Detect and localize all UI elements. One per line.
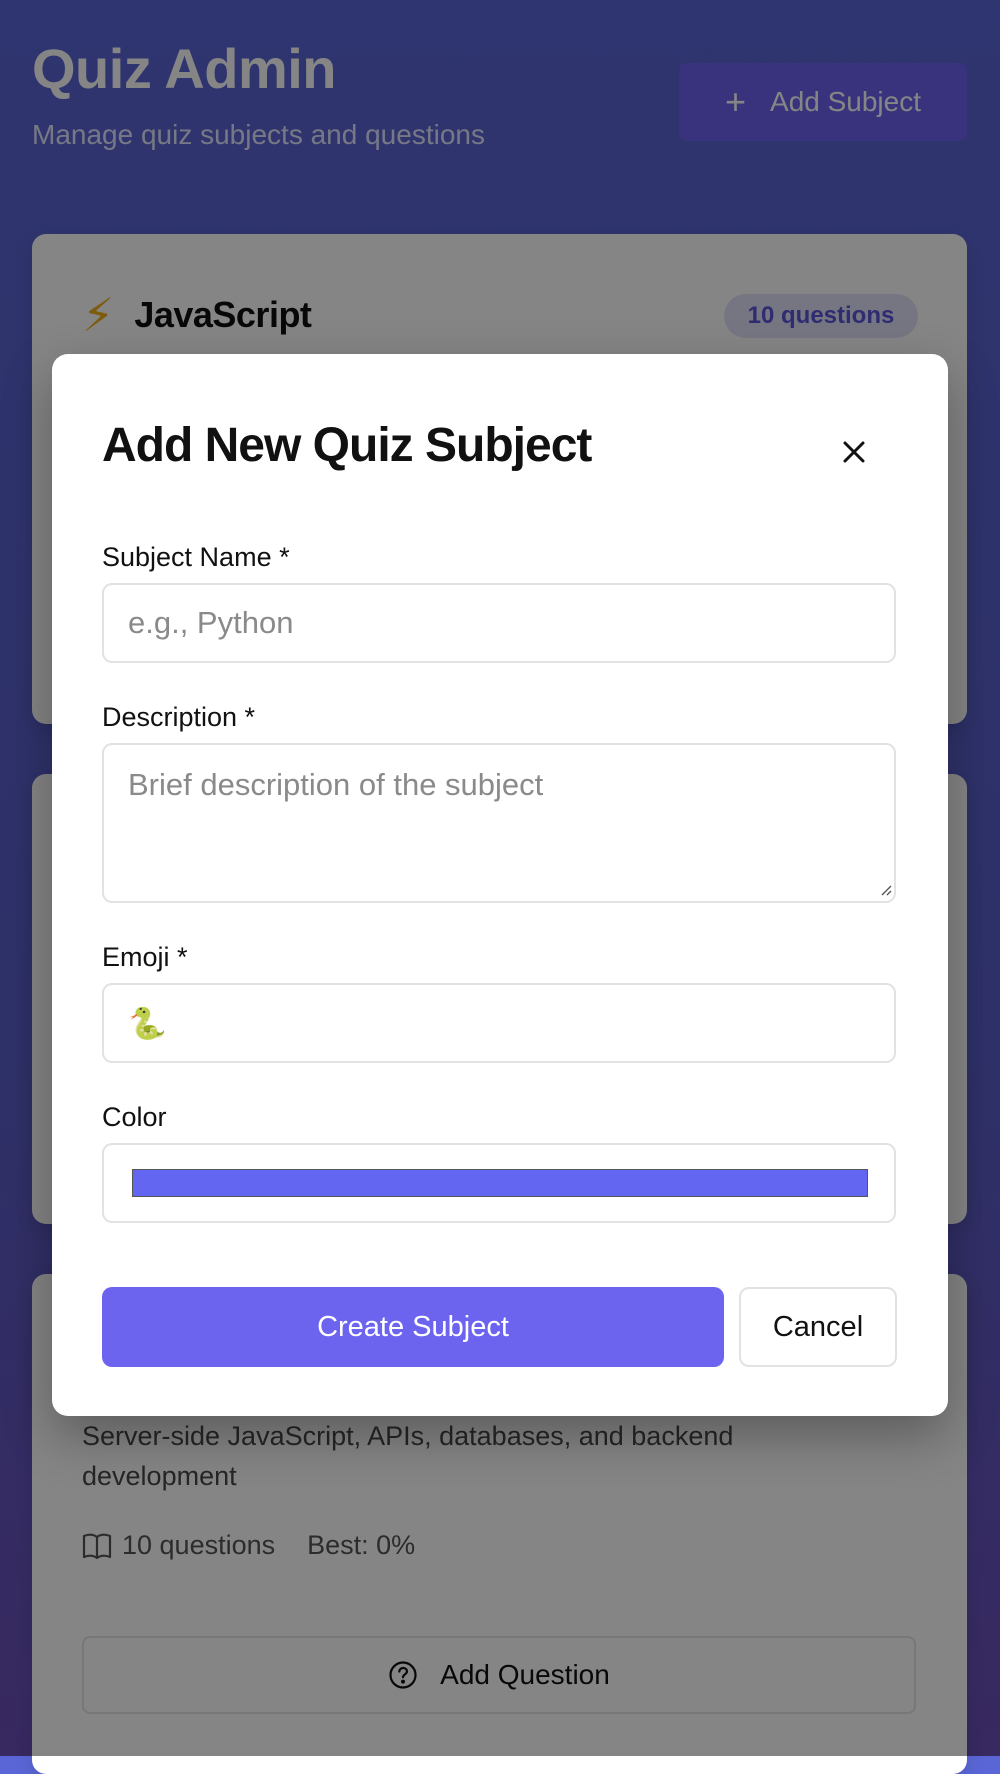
page: Quiz Admin Manage quiz subjects and ques… [0, 0, 1000, 1774]
add-subject-modal: Add New Quiz Subject Subject Name * Desc… [52, 354, 948, 1416]
resize-handle-icon[interactable] [878, 882, 892, 896]
emoji-input[interactable] [102, 983, 896, 1063]
subject-name-label: Subject Name * [102, 542, 290, 572]
cancel-button[interactable]: Cancel [739, 1287, 897, 1367]
modal-title: Add New Quiz Subject [102, 419, 592, 472]
description-textarea[interactable] [102, 743, 896, 903]
close-button[interactable] [834, 432, 874, 472]
close-icon [843, 441, 865, 463]
subject-name-input[interactable] [102, 583, 896, 663]
description-label: Description * [102, 702, 256, 732]
color-swatch [132, 1169, 868, 1197]
color-label: Color [102, 1102, 167, 1132]
emoji-label: Emoji * [102, 942, 188, 972]
color-picker[interactable] [102, 1143, 896, 1223]
create-subject-button[interactable]: Create Subject [102, 1287, 724, 1367]
